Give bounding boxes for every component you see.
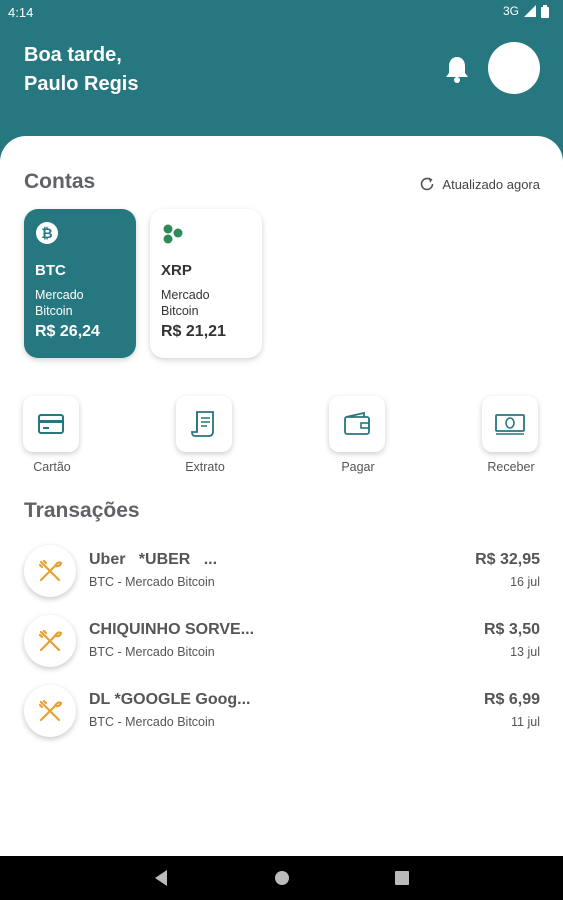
transaction-row[interactable]: CHIQUINHO SORVE... BTC - Mercado Bitcoin…	[24, 615, 540, 667]
transaction-amount: R$ 3,50	[483, 621, 540, 638]
action-label: Cartão	[33, 460, 71, 474]
account-balance: R$ 26,24	[35, 323, 100, 340]
action-label: Pagar	[341, 460, 375, 474]
transaction-row[interactable]: Uber *UBER ... BTC - Mercado Bitcoin R$ …	[24, 545, 540, 597]
action-label: Receber	[487, 460, 535, 474]
status-time: 4:14	[8, 5, 34, 20]
transaction-date: 16 jul	[510, 575, 540, 589]
refresh-status[interactable]: Atualizado agora	[418, 175, 540, 193]
transaction-account: BTC - Mercado Bitcoin	[89, 645, 215, 659]
account-balance: R$ 21,21	[161, 323, 226, 340]
card-icon	[38, 414, 64, 434]
updated-label: Atualizado agora	[442, 176, 540, 192]
bitcoin-icon: ₿	[36, 222, 58, 244]
home-icon[interactable]	[274, 869, 290, 887]
transaction-amount: R$ 6,99	[483, 691, 540, 708]
account-card-xrp[interactable]: XRP Mercado Bitcoin R$ 21,21	[150, 209, 262, 358]
status-bar: 4:14 3G	[0, 0, 563, 24]
account-card-btc[interactable]: ₿ BTC Mercado Bitcoin R$ 26,24	[24, 209, 136, 358]
svg-text:₿: ₿	[41, 225, 52, 241]
transaction-name: CHIQUINHO SORVE...	[89, 621, 255, 638]
cash-icon	[495, 414, 525, 435]
system-nav-bar	[0, 856, 563, 900]
transaction-date: 11 jul	[511, 715, 540, 729]
transaction-name: Uber *UBER ...	[89, 551, 218, 568]
back-icon[interactable]	[153, 869, 169, 887]
transaction-account: BTC - Mercado Bitcoin	[89, 715, 215, 729]
recents-icon[interactable]	[394, 869, 410, 887]
network-label: 3G	[502, 4, 519, 18]
action-receber[interactable]: Receber	[482, 396, 540, 474]
action-pagar[interactable]: Pagar	[329, 396, 387, 474]
refresh-icon	[421, 177, 434, 191]
bell-icon[interactable]	[443, 54, 471, 84]
accounts-title: Contas	[24, 170, 96, 193]
xrp-icon	[163, 224, 183, 244]
wallet-icon	[344, 411, 370, 435]
receipt-icon	[191, 411, 214, 437]
transactions-title: Transações	[24, 499, 140, 522]
action-extrato[interactable]: Extrato	[176, 396, 234, 474]
restaurant-icon	[38, 559, 63, 582]
account-symbol: BTC	[35, 262, 66, 279]
transaction-account: BTC - Mercado Bitcoin	[89, 575, 215, 589]
restaurant-icon	[38, 699, 63, 722]
transaction-amount: R$ 32,95	[475, 551, 540, 568]
greeting: Boa tarde, Paulo Regis	[24, 41, 138, 99]
signal-icon	[524, 5, 536, 17]
action-label: Extrato	[185, 460, 225, 474]
transaction-name: DL *GOOGLE Goog...	[89, 691, 251, 708]
account-exchange: Mercado Bitcoin	[35, 288, 84, 318]
transaction-date: 13 jul	[510, 645, 540, 659]
transaction-row[interactable]: DL *GOOGLE Goog... BTC - Mercado Bitcoin…	[24, 685, 540, 737]
action-cartao[interactable]: Cartão	[23, 396, 81, 474]
restaurant-icon	[38, 629, 63, 652]
account-exchange: Mercado Bitcoin	[161, 288, 210, 318]
avatar[interactable]	[488, 42, 540, 94]
user-name: Paulo Regis	[24, 73, 139, 95]
account-symbol: XRP	[161, 262, 192, 279]
greeting-line1: Boa tarde,	[24, 44, 122, 66]
battery-icon	[541, 4, 549, 18]
